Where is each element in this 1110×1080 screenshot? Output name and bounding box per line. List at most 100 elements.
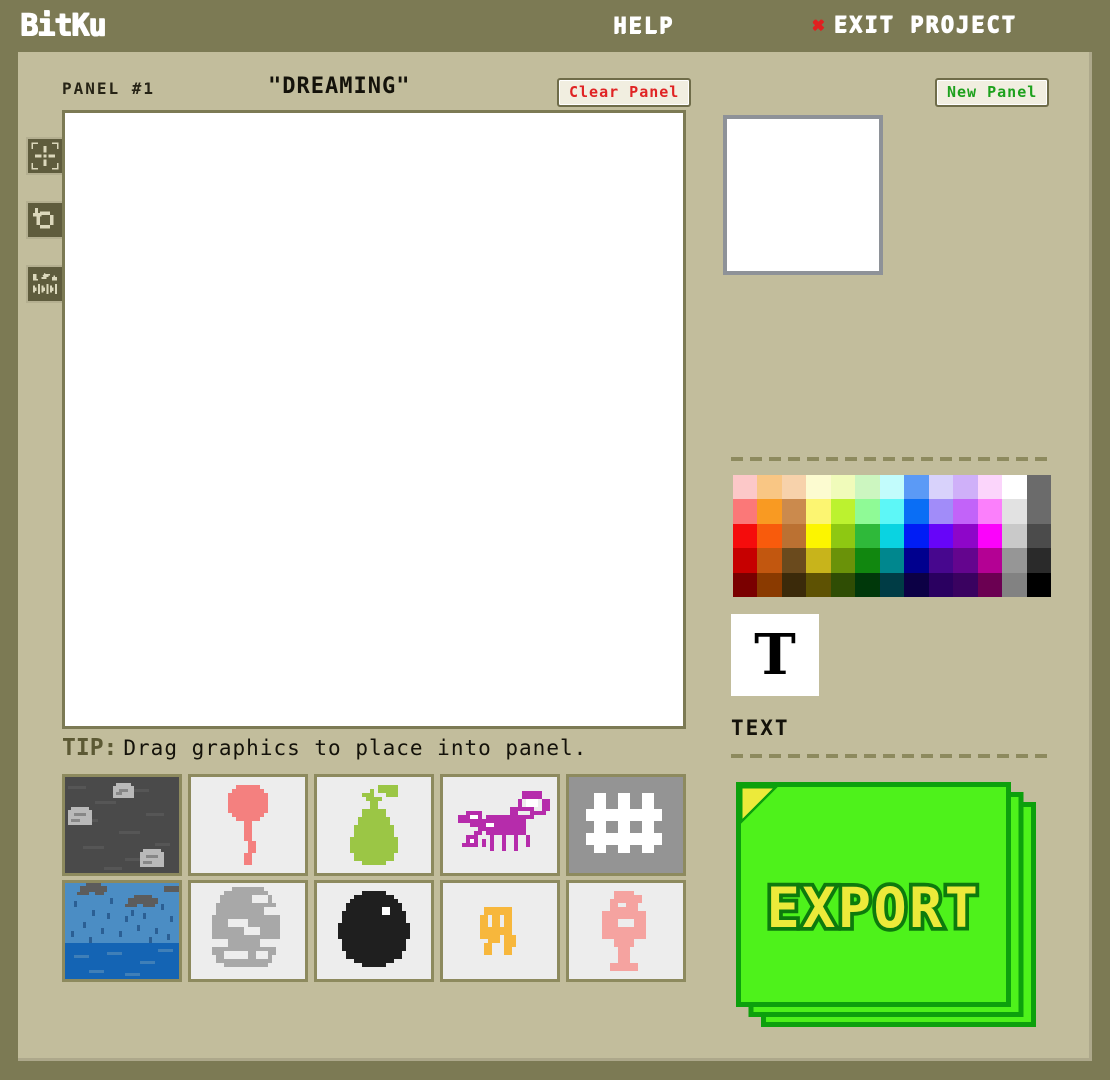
color-swatch-r3-c11[interactable] [1002, 548, 1027, 573]
color-swatch-r3-c2[interactable] [781, 548, 807, 573]
pink-robot-sprite-icon [602, 891, 646, 971]
color-swatch-r2-c8[interactable] [928, 523, 954, 549]
help-button[interactable]: HELP [613, 14, 674, 39]
undo-arrow-icon [33, 208, 54, 229]
color-swatch-r2-c6[interactable] [879, 523, 905, 549]
color-swatch-r1-c11[interactable] [1002, 499, 1027, 524]
text-tool-button[interactable]: T [731, 614, 819, 696]
color-swatch-r1-c10[interactable] [977, 499, 1003, 524]
divider-above-palette [731, 457, 1053, 461]
color-swatch-r4-c4[interactable] [830, 572, 856, 597]
color-swatch-r0-c10[interactable] [977, 475, 1003, 500]
sprite-rain-sea-tile[interactable] [62, 880, 182, 982]
color-swatch-r0-c1[interactable] [757, 475, 782, 500]
black-blob-sprite-icon [338, 891, 410, 967]
color-swatch-r0-c5[interactable] [855, 475, 880, 500]
color-swatch-r2-c1[interactable] [757, 523, 782, 549]
balloon-sprite-icon [228, 785, 268, 865]
orange-critter-sprite-icon [480, 907, 516, 955]
color-swatch-r1-c5[interactable] [855, 499, 880, 524]
panel-number-label: PANEL #1 [62, 79, 156, 98]
color-swatch-r1-c12[interactable] [1026, 499, 1051, 524]
undo-tool-button[interactable] [26, 201, 64, 239]
color-swatch-r0-c12[interactable] [1026, 475, 1051, 500]
color-swatch-r1-c0[interactable] [733, 499, 758, 524]
export-button[interactable]: EXPORT [736, 782, 1046, 1037]
color-swatch-r0-c3[interactable] [806, 475, 831, 500]
top-bar: BitKu HELP ✖ EXIT PROJECT [0, 0, 1110, 52]
sprite-scorpion[interactable] [440, 774, 560, 876]
sprite-pear[interactable] [314, 774, 434, 876]
sprite-rocks-ground-tile[interactable] [62, 774, 182, 876]
sprite-orange-critter[interactable] [440, 880, 560, 982]
color-swatch-r4-c10[interactable] [977, 572, 1003, 597]
color-swatch-r0-c9[interactable] [953, 475, 978, 500]
color-swatch-r3-c5[interactable] [855, 548, 880, 573]
frames-tool-button[interactable] [26, 265, 64, 303]
clear-panel-button[interactable]: Clear Panel [557, 78, 692, 107]
color-swatch-r2-c7[interactable] [904, 523, 929, 549]
panel-preview-thumbnail[interactable] [723, 115, 883, 275]
color-swatch-r1-c6[interactable] [879, 499, 905, 524]
color-swatch-r3-c7[interactable] [904, 548, 929, 573]
app-root: BitKu HELP ✖ EXIT PROJECT PANEL #1 "DREA… [0, 0, 1110, 1080]
color-swatch-r0-c2[interactable] [781, 475, 807, 500]
color-swatch-r4-c9[interactable] [953, 572, 978, 597]
color-swatch-r0-c4[interactable] [830, 475, 856, 500]
color-swatch-r2-c0[interactable] [733, 523, 758, 549]
color-swatch-r4-c7[interactable] [904, 572, 929, 597]
color-swatch-r4-c0[interactable] [733, 572, 758, 597]
color-swatch-r0-c7[interactable] [904, 475, 929, 500]
tip-row: TIP: Drag graphics to place into panel. [62, 735, 587, 761]
color-swatch-r4-c3[interactable] [806, 572, 831, 597]
tip-text: Drag graphics to place into panel. [123, 736, 588, 760]
move-resize-tool-button[interactable] [26, 137, 64, 175]
color-swatch-r4-c2[interactable] [781, 572, 807, 597]
color-swatch-r1-c4[interactable] [830, 499, 856, 524]
color-swatch-r3-c9[interactable] [953, 548, 978, 573]
sprite-balloon[interactable] [188, 774, 308, 876]
sprite-fence[interactable] [566, 774, 686, 876]
color-swatch-r4-c6[interactable] [879, 572, 905, 597]
color-swatch-r1-c8[interactable] [928, 499, 954, 524]
color-swatch-r2-c11[interactable] [1002, 523, 1027, 549]
color-swatch-r1-c2[interactable] [781, 499, 807, 524]
color-swatch-r2-c4[interactable] [830, 523, 856, 549]
color-swatch-r1-c9[interactable] [953, 499, 978, 524]
color-swatch-r3-c3[interactable] [806, 548, 831, 573]
color-swatch-r1-c7[interactable] [904, 499, 929, 524]
color-swatch-r4-c5[interactable] [855, 572, 880, 597]
exit-project-button[interactable]: ✖ EXIT PROJECT [812, 13, 1017, 38]
color-swatch-r3-c1[interactable] [757, 548, 782, 573]
tip-label: TIP: [62, 735, 118, 761]
color-swatch-r2-c2[interactable] [781, 523, 807, 549]
color-swatch-r0-c8[interactable] [928, 475, 954, 500]
new-panel-button[interactable]: New Panel [935, 78, 1050, 107]
color-swatch-r3-c10[interactable] [977, 548, 1003, 573]
color-swatch-r2-c3[interactable] [806, 523, 831, 549]
color-swatch-r1-c1[interactable] [757, 499, 782, 524]
color-swatch-r4-c11[interactable] [1002, 572, 1027, 597]
panel-title: "DREAMING" [268, 74, 411, 99]
color-swatch-r0-c11[interactable] [1002, 475, 1027, 500]
color-swatch-r2-c10[interactable] [977, 523, 1003, 549]
color-swatch-r3-c8[interactable] [928, 548, 954, 573]
sprite-grid [62, 774, 686, 982]
sprite-pink-robot[interactable] [566, 880, 686, 982]
color-swatch-r2-c5[interactable] [855, 523, 880, 549]
panel-canvas[interactable] [62, 110, 686, 729]
color-swatch-r0-c6[interactable] [879, 475, 905, 500]
color-swatch-r1-c3[interactable] [806, 499, 831, 524]
color-swatch-r3-c6[interactable] [879, 548, 905, 573]
color-swatch-r4-c12[interactable] [1026, 572, 1051, 597]
color-swatch-r4-c8[interactable] [928, 572, 954, 597]
color-swatch-r4-c1[interactable] [757, 572, 782, 597]
color-swatch-r2-c9[interactable] [953, 523, 978, 549]
color-swatch-r2-c12[interactable] [1026, 523, 1051, 549]
color-swatch-r3-c0[interactable] [733, 548, 758, 573]
sprite-black-blob[interactable] [314, 880, 434, 982]
color-swatch-r0-c0[interactable] [733, 475, 758, 500]
color-swatch-r3-c4[interactable] [830, 548, 856, 573]
color-swatch-r3-c12[interactable] [1026, 548, 1051, 573]
sprite-boulder[interactable] [188, 880, 308, 982]
